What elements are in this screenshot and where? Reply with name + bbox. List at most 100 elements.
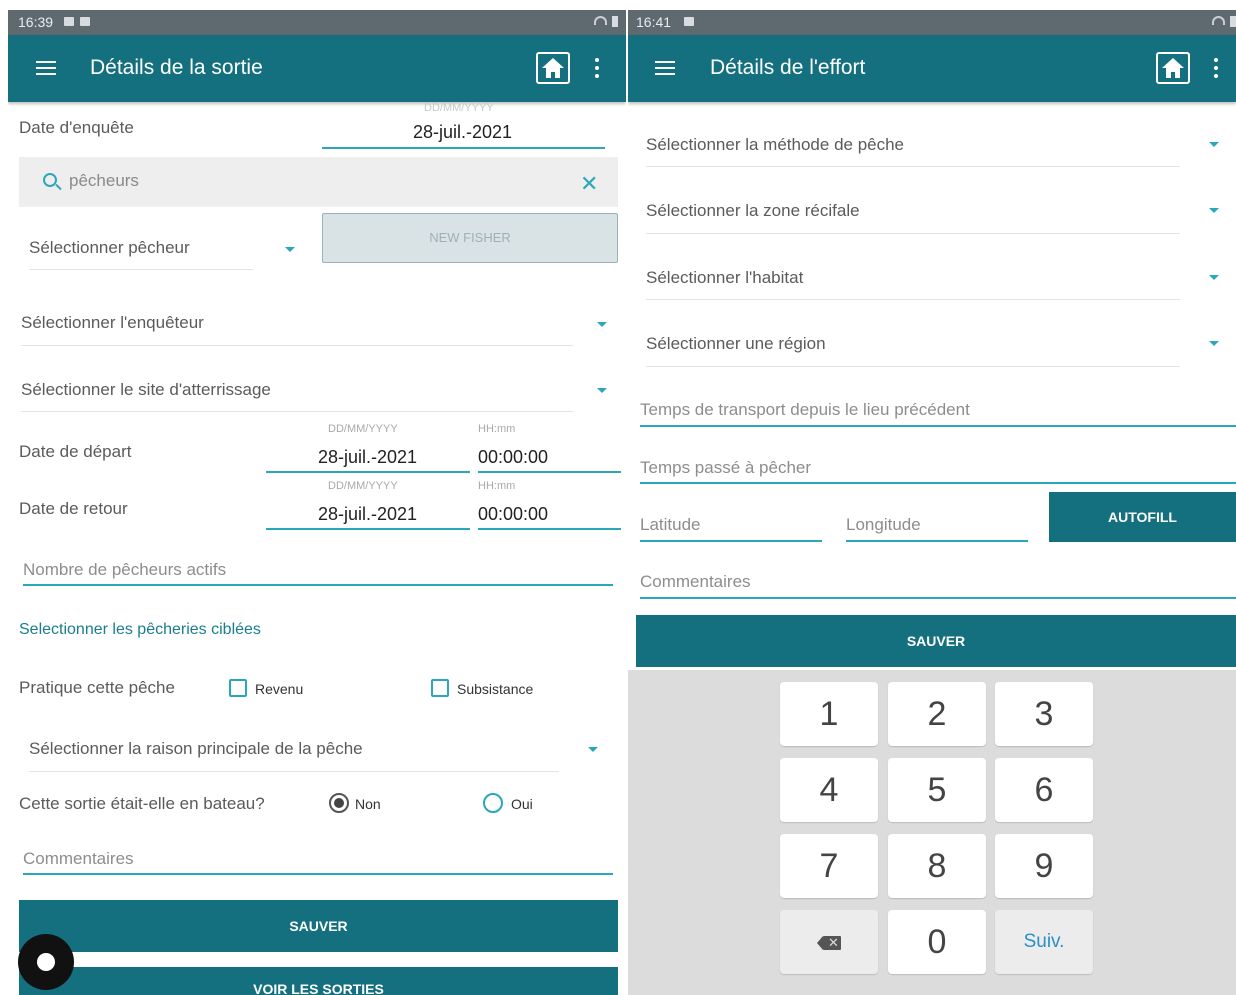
- app-bar: Détails de l'effort: [628, 35, 1236, 102]
- search-bar[interactable]: pêcheurs ✕: [19, 157, 618, 207]
- key-8[interactable]: 8: [888, 834, 986, 898]
- select-enqueteur-dropdown[interactable]: Sélectionner l'enquêteur: [21, 313, 204, 333]
- non-radio[interactable]: [329, 793, 349, 813]
- home-icon[interactable]: [536, 52, 570, 84]
- raison-dropdown[interactable]: Sélectionner la raison principale de la …: [29, 739, 363, 759]
- home-icon[interactable]: [1156, 52, 1190, 84]
- date-depart-label: Date de départ: [19, 442, 132, 461]
- select-pecheur-dropdown[interactable]: Sélectionner pêcheur: [29, 238, 190, 258]
- revenu-checkbox[interactable]: [229, 679, 247, 697]
- status-time: 16:39: [18, 14, 54, 30]
- time-depart-hint: HH:mm: [478, 423, 516, 435]
- time-retour-value[interactable]: 00:00:00: [478, 504, 548, 525]
- menu-icon[interactable]: [655, 61, 675, 75]
- bateau-label: Cette sortie était-elle en bateau?: [19, 794, 265, 813]
- temps-transport-input[interactable]: Temps de transport depuis le lieu précéd…: [640, 400, 970, 420]
- select-zone-dropdown[interactable]: Sélectionner la zone récifale: [646, 201, 860, 221]
- select-region-dropdown[interactable]: Sélectionner une région: [646, 334, 826, 354]
- subsistance-checkbox[interactable]: [431, 679, 449, 697]
- time-depart-underline: [478, 471, 621, 473]
- chevron-down-icon[interactable]: [597, 322, 607, 327]
- backspace-icon: ✕: [817, 935, 841, 950]
- key-6[interactable]: 6: [995, 758, 1093, 822]
- commentaires-input[interactable]: Commentaires: [640, 572, 751, 592]
- date-depart-hint: DD/MM/YYYY: [328, 423, 398, 435]
- date-retour-value[interactable]: 28-juil.-2021: [318, 504, 417, 525]
- commentaires-underline: [640, 597, 1236, 599]
- chevron-down-icon[interactable]: [1209, 275, 1219, 280]
- key-1[interactable]: 1: [780, 682, 878, 746]
- app-bar: Détails de la sortie: [8, 35, 626, 102]
- voir-sorties-button[interactable]: VOIR LES SORTIES: [19, 967, 618, 995]
- chevron-down-icon[interactable]: [285, 247, 295, 252]
- next-key[interactable]: Suiv.: [995, 910, 1093, 974]
- select-region-underline: [646, 366, 1180, 367]
- chevron-down-icon[interactable]: [1209, 208, 1219, 213]
- time-retour-hint: HH:mm: [478, 480, 516, 492]
- save-button[interactable]: SAUVER: [19, 900, 618, 952]
- date-enquete-hint: DD/MM/YYYY: [424, 102, 494, 114]
- key-2[interactable]: 2: [888, 682, 986, 746]
- non-label: Non: [355, 796, 381, 812]
- select-enqueteur-underline: [21, 345, 573, 346]
- date-depart-value[interactable]: 28-juil.-2021: [318, 447, 417, 468]
- oui-radio[interactable]: [483, 793, 503, 813]
- save-button[interactable]: SAUVER: [636, 615, 1236, 667]
- date-enquete-value[interactable]: 28-juil.-2021: [413, 122, 512, 143]
- pratique-label: Pratique cette pêche: [19, 678, 175, 697]
- select-zone-underline: [646, 233, 1180, 234]
- autofill-button[interactable]: AUTOFILL: [1049, 492, 1236, 542]
- status-bar: 16:39: [8, 10, 626, 35]
- close-icon[interactable]: ✕: [580, 171, 598, 197]
- key-7[interactable]: 7: [780, 834, 878, 898]
- status-time: 16:41: [636, 14, 672, 30]
- temps-peche-underline: [640, 482, 1236, 484]
- latitude-underline: [640, 540, 822, 542]
- select-habitat-underline: [646, 299, 1180, 300]
- more-options-icon[interactable]: [594, 58, 600, 80]
- more-options-icon[interactable]: [1213, 58, 1219, 80]
- search-icon: [43, 173, 57, 187]
- date-depart-underline: [266, 471, 470, 473]
- time-depart-value[interactable]: 00:00:00: [478, 447, 548, 468]
- key-5[interactable]: 5: [888, 758, 986, 822]
- commentaires-input[interactable]: Commentaires: [23, 849, 134, 869]
- oui-label: Oui: [511, 796, 533, 812]
- new-fisher-button[interactable]: NEW FISHER: [322, 213, 618, 263]
- menu-icon[interactable]: [36, 61, 56, 75]
- date-retour-hint: DD/MM/YYYY: [328, 480, 398, 492]
- key-0[interactable]: 0: [888, 910, 986, 974]
- longitude-underline: [846, 540, 1028, 542]
- revenu-label: Revenu: [255, 681, 304, 697]
- nombre-pecheurs-input[interactable]: Nombre de pêcheurs actifs: [23, 560, 226, 580]
- latitude-input[interactable]: Latitude: [640, 515, 701, 535]
- commentaires-underline: [23, 873, 613, 875]
- key-4[interactable]: 4: [780, 758, 878, 822]
- floating-action-button[interactable]: [18, 934, 74, 990]
- search-input[interactable]: pêcheurs: [69, 171, 139, 191]
- pecheries-ciblees-link[interactable]: Selectionner les pêcheries ciblées: [19, 621, 261, 639]
- battery-icon: [612, 16, 618, 27]
- select-site-dropdown[interactable]: Sélectionner le site d'atterrissage: [21, 380, 271, 400]
- key-3[interactable]: 3: [995, 682, 1093, 746]
- page-title: Détails de l'effort: [710, 56, 866, 79]
- chevron-down-icon[interactable]: [588, 747, 598, 752]
- backspace-key[interactable]: ✕: [780, 910, 878, 974]
- raison-underline: [29, 771, 559, 772]
- longitude-input[interactable]: Longitude: [846, 515, 921, 535]
- select-methode-dropdown[interactable]: Sélectionner la méthode de pêche: [646, 135, 904, 155]
- temps-transport-underline: [640, 425, 1236, 427]
- key-9[interactable]: 9: [995, 834, 1093, 898]
- chevron-down-icon[interactable]: [1209, 341, 1219, 346]
- select-habitat-dropdown[interactable]: Sélectionner l'habitat: [646, 268, 803, 288]
- nombre-pecheurs-underline: [23, 584, 613, 586]
- date-enquete-underline: [322, 147, 605, 149]
- select-site-underline: [21, 411, 573, 412]
- chevron-down-icon[interactable]: [597, 388, 607, 393]
- gallery-icon: [64, 17, 74, 26]
- battery-icon: [1230, 16, 1236, 27]
- select-methode-underline: [646, 166, 1180, 167]
- chevron-down-icon[interactable]: [1209, 142, 1219, 147]
- temps-peche-input[interactable]: Temps passé à pêcher: [640, 458, 811, 478]
- right-screen: 16:41 Détails de l'effort Sélectionner l…: [628, 10, 1236, 995]
